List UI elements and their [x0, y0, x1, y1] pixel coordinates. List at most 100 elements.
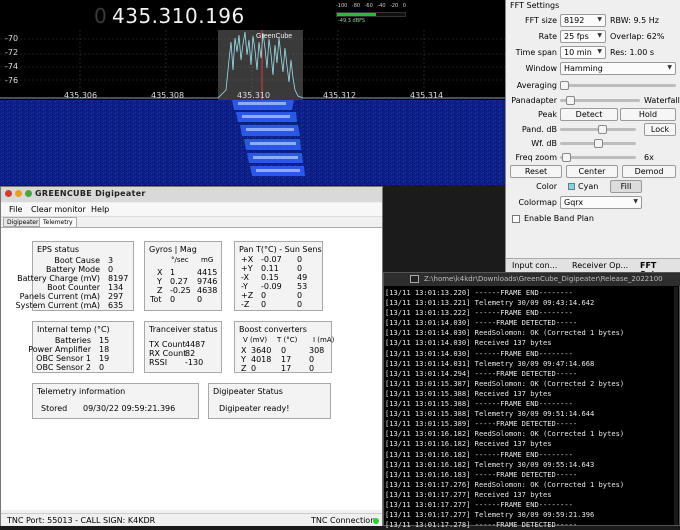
overlap-label: Overlap: 62% — [610, 32, 665, 41]
axis-label: Y — [241, 355, 246, 364]
fft-size-select[interactable]: 8192 ▼ — [560, 14, 606, 27]
pand-db-row: Pand. dB Lock — [506, 123, 680, 137]
tab-digipeater[interactable]: Digipeater — [3, 217, 43, 227]
console-line: [13/11 13:01:13.221] Telemetry 30/09 09:… — [385, 298, 595, 308]
pand-db-label: Pand. dB — [521, 125, 557, 134]
tab-telemetry[interactable]: Telemetry — [39, 217, 77, 227]
signal-meter: -100 -80 -60 -40 -20 0 -49.3 dBFS — [336, 3, 406, 27]
menu-help[interactable]: Help — [91, 205, 109, 214]
group-title: EPS status — [37, 245, 80, 254]
hold-button[interactable]: Hold — [620, 108, 676, 121]
fft-settings-panel: FFT Settings FFT size 8192 ▼ RBW: 9.5 Hz … — [505, 0, 680, 279]
console-line: [13/11 13:01:16.183] -----FRAME DETECTED… — [385, 469, 578, 479]
db-label: -72 — [5, 48, 19, 57]
slider-handle[interactable] — [594, 139, 603, 148]
boost-v: 4018 — [251, 355, 272, 364]
color-row: Color Cyan Fill — [506, 180, 680, 194]
eps-status-group: EPS status Boot Cause 3 Battery Mode 0 Bat… — [16, 241, 134, 311]
pan-temp: 0.11 — [261, 264, 279, 273]
eps-label: Battery Charge (mV) — [17, 274, 100, 283]
axis-label: X — [157, 268, 163, 277]
eps-label: Boot Counter — [47, 283, 100, 292]
frequency-display[interactable]: 435.310.196 — [112, 4, 245, 28]
center-button[interactable]: Center — [566, 165, 618, 178]
timespan-value: 10 min — [564, 48, 592, 57]
window-title: GREENCUBE Digipeater — [1, 187, 382, 202]
fill-button[interactable]: Fill — [610, 180, 642, 193]
freq-axis-label: 435.314 — [410, 91, 444, 100]
console-title: Z:\home\k4kdr\Downloads\GreenCube_Digipe… — [384, 273, 680, 286]
console-line: [13/11 13:01:16.182] Received 137 bytes — [385, 439, 552, 449]
bandplan-checkbox[interactable] — [512, 215, 520, 223]
transceiver-label: TX Count — [149, 340, 186, 349]
boost-col-t: T (°C) — [277, 336, 298, 344]
timespan-row: Time span 10 min ▼ Res: 1.00 s — [506, 46, 680, 60]
gyro-value: 1 — [170, 268, 176, 277]
averaging-row: Averaging — [506, 79, 680, 93]
slider-handle[interactable] — [560, 81, 569, 90]
digipeater-status-group: Digipeater Status Digipeater ready! — [208, 383, 331, 419]
console-line: [13/11 13:01:15.387] ReedSolomon: OK (Co… — [385, 378, 625, 388]
internal-temp-group: Internal temp (°C) Batteries 15 Power Amp… — [28, 321, 134, 373]
meter-tick: -60 — [364, 3, 373, 9]
axis-label: -Z — [241, 300, 250, 309]
colormap-row: Colormap Gqrx ▼ — [506, 196, 680, 210]
detect-button[interactable]: Detect — [560, 108, 618, 121]
colormap-label: Colormap — [518, 198, 557, 207]
window-select[interactable]: Hamming ▼ — [560, 62, 676, 75]
spectrum-plot[interactable]: GreenCube — [0, 30, 505, 100]
wf-db-slider[interactable] — [560, 139, 636, 148]
slider-handle[interactable] — [566, 96, 575, 105]
boost-col-i: I (mA) — [313, 336, 335, 344]
timespan-select[interactable]: 10 min ▼ — [560, 46, 606, 59]
fft-size-label: FFT size — [524, 16, 557, 25]
gyro-value: -0.25 — [170, 286, 191, 295]
waterfall-display[interactable] — [0, 100, 505, 185]
db-label: -76 — [5, 76, 19, 85]
slider-handle[interactable] — [598, 125, 607, 134]
color-swatch-icon[interactable] — [568, 183, 575, 190]
meter-tick: -40 — [377, 3, 386, 9]
axis-label: +Z — [241, 291, 254, 300]
transceiver-value: -130 — [185, 358, 204, 367]
color-value[interactable]: Cyan — [578, 182, 598, 191]
console-line: [13/11 13:01:16.182] ReedSolomon: OK (Co… — [385, 429, 625, 439]
lock-button[interactable]: Lock — [644, 123, 676, 136]
frequency-leading-digit[interactable]: 0 — [94, 4, 107, 28]
reset-button[interactable]: Reset — [510, 165, 562, 178]
console-line: [13/11 13:01:16.182] ------FRAME END----… — [385, 449, 573, 459]
console-scrollbar[interactable] — [674, 287, 678, 525]
menu-file[interactable]: File — [9, 205, 22, 214]
minimize-icon[interactable] — [15, 190, 22, 197]
slider-handle[interactable] — [562, 153, 571, 162]
axis-label: +X — [241, 255, 254, 264]
meter-scale: -100 -80 -60 -40 -20 0 — [336, 3, 406, 9]
averaging-slider[interactable] — [560, 81, 676, 90]
console-line: [13/11 13:01:15.388] Received 137 bytes — [385, 388, 552, 398]
pandapter-waterfall-slider[interactable] — [560, 96, 640, 105]
maximize-icon[interactable] — [25, 190, 32, 197]
tab-receiver-options[interactable]: Receiver Op... — [572, 261, 628, 270]
sun-sensor: 53 — [297, 282, 308, 291]
internal-value: 19 — [99, 354, 110, 363]
freq-zoom-slider[interactable] — [560, 153, 636, 162]
gqrx-dock-tabs: Input con... Receiver Op... FFT Set... — [506, 258, 680, 279]
meter-tick: -80 — [351, 3, 361, 9]
demod-button[interactable]: Demod — [622, 165, 676, 178]
fft-settings-title: FFT Settings — [510, 1, 560, 10]
status-bar: TNC Port: 55013 - CALL SIGN: K4KDR TNC C… — [1, 513, 382, 526]
mag-value: 4638 — [197, 286, 218, 295]
tab-input-controls[interactable]: Input con... — [512, 261, 557, 270]
freq-axis-label: 435.308 — [151, 91, 185, 100]
meter-tick: 0 — [402, 3, 406, 9]
rate-select[interactable]: 25 fps ▼ — [560, 30, 606, 43]
close-icon[interactable] — [5, 190, 12, 197]
colormap-select[interactable]: Gqrx ▼ — [560, 196, 642, 209]
console-line: [13/11 13:01:16.182] Telemetry 30/09 09:… — [385, 459, 595, 469]
eps-value: 635 — [108, 301, 124, 310]
fft-size-row: FFT size 8192 ▼ RBW: 9.5 Hz — [506, 14, 680, 28]
gyros-col-header: °/sec — [171, 256, 189, 264]
menu-clear-monitor[interactable]: Clear monitor — [31, 205, 86, 214]
chevron-down-icon: ▼ — [597, 16, 602, 23]
pand-db-slider[interactable] — [560, 125, 636, 134]
